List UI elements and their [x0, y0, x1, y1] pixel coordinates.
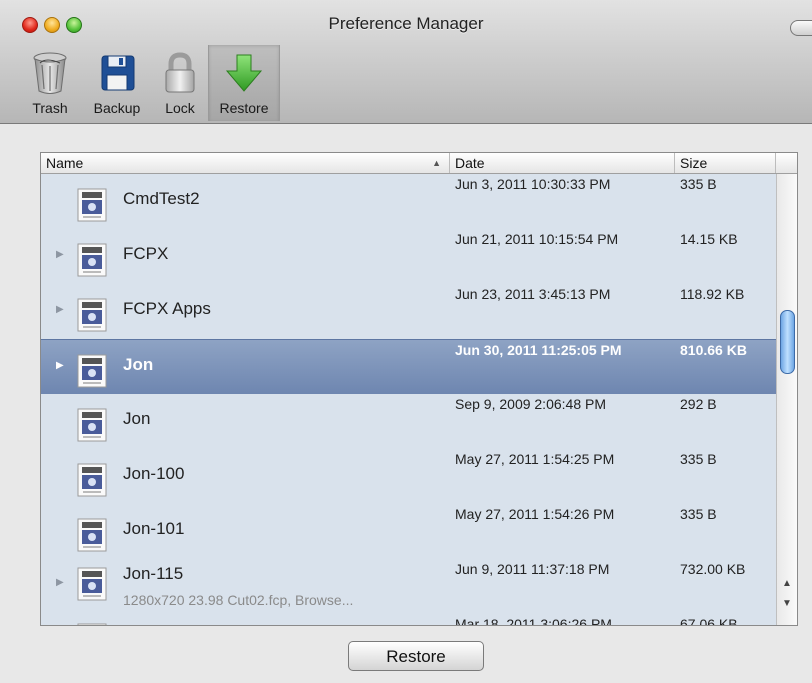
row-size: 335 B: [680, 176, 717, 192]
down-arrow-icon: [225, 54, 263, 92]
table-row[interactable]: ▶ FCPX Apps Jun 23, 2011 3:45:13 PM 118.…: [41, 284, 776, 339]
toolbar: Trash Backup Lock Restore: [18, 45, 280, 121]
row-name: FCPX Apps: [123, 299, 211, 318]
restore-toolbar-label: Restore: [219, 100, 269, 116]
table-header: Name ▲ Date Size: [41, 153, 797, 174]
lock-button[interactable]: Lock: [152, 45, 208, 121]
backup-button[interactable]: Backup: [82, 45, 152, 121]
main-window: Preference Manager Trash Backup Lock Res…: [0, 0, 812, 683]
row-date: Sep 9, 2009 2:06:48 PM: [455, 396, 606, 412]
restore-button[interactable]: Restore: [348, 641, 484, 671]
backup-file-icon: [77, 354, 107, 388]
backup-file-icon: [77, 243, 107, 277]
vertical-scrollbar[interactable]: ▲ ▼: [776, 174, 797, 625]
disclosure-triangle-icon[interactable]: ▶: [56, 577, 64, 588]
floppy-disk-icon: [101, 55, 135, 91]
trash-label: Trash: [32, 100, 68, 116]
scrollbar-thumb[interactable]: [780, 310, 795, 374]
backup-list: Name ▲ Date Size CmdTest2 Jun 3, 2011 10…: [40, 152, 798, 626]
row-date: May 27, 2011 1:54:25 PM: [455, 451, 615, 467]
window-title: Preference Manager: [328, 14, 484, 33]
row-date: Jun 30, 2011 11:25:05 PM: [455, 342, 622, 358]
table-row-selected[interactable]: ▶ Jon Jun 30, 2011 11:25:05 PM 810.66 KB: [41, 339, 776, 394]
row-size: 732.00 KB: [680, 561, 746, 577]
row-size: 118.92 KB: [680, 286, 745, 302]
table-body: CmdTest2 Jun 3, 2011 10:30:33 PM 335 B ▶…: [41, 174, 776, 625]
restore-toolbar-button[interactable]: Restore: [208, 45, 280, 121]
row-size: 810.66 KB: [680, 342, 747, 358]
backup-file-icon: [77, 463, 107, 497]
row-date: Jun 21, 2011 10:15:54 PM: [455, 231, 619, 247]
scroll-up-icon[interactable]: ▲: [782, 578, 792, 589]
table-row[interactable]: Jon-101 May 27, 2011 1:54:26 PM 335 B: [41, 504, 776, 559]
table-row[interactable]: Mar 18, 2011 3:06:26 PM 67.06 KB: [41, 614, 776, 625]
row-name: Jon-100: [123, 464, 185, 483]
table-row[interactable]: Jon-100 May 27, 2011 1:54:25 PM 335 B: [41, 449, 776, 504]
padlock-icon: [165, 52, 195, 93]
row-name: Jon: [123, 409, 151, 428]
row-date: May 27, 2011 1:54:26 PM: [455, 506, 615, 522]
row-size: 292 B: [680, 396, 717, 412]
table-row[interactable]: ▶ FCPX Jun 21, 2011 10:15:54 PM 14.15 KB: [41, 229, 776, 284]
row-date: Jun 9, 2011 11:37:18 PM: [455, 561, 610, 577]
column-header-name-label: Name: [46, 155, 84, 171]
row-size: 335 B: [680, 506, 717, 522]
row-name: Jon-101: [123, 519, 185, 538]
row-subtext: 1280x720 23.98 Cut02.fcp, Browse...: [123, 592, 354, 608]
row-date: Mar 18, 2011 3:06:26 PM: [455, 616, 612, 625]
row-size: 67.06 KB: [680, 616, 738, 625]
trash-button[interactable]: Trash: [18, 45, 82, 121]
backup-label: Backup: [93, 100, 141, 116]
title-toolbar-area: Preference Manager Trash Backup Lock Res…: [0, 0, 812, 124]
backup-file-icon: [77, 567, 107, 601]
column-header-name[interactable]: Name ▲: [41, 153, 450, 173]
row-name: CmdTest2: [123, 189, 200, 208]
column-header-size[interactable]: Size: [675, 153, 776, 173]
lock-label: Lock: [165, 100, 195, 116]
backup-file-icon: [77, 298, 107, 332]
column-header-size-label: Size: [680, 155, 708, 171]
trash-icon: [33, 52, 67, 94]
row-name: Jon: [123, 355, 154, 374]
row-name: Jon-115: [123, 564, 184, 583]
table-row[interactable]: ▶ Jon-115 1280x720 23.98 Cut02.fcp, Brow…: [41, 559, 776, 619]
row-name: FCPX: [123, 244, 169, 263]
row-date: Jun 23, 2011 3:45:13 PM: [455, 286, 611, 302]
sort-ascending-icon: ▲: [432, 158, 441, 168]
row-size: 335 B: [680, 451, 717, 467]
backup-file-icon: [77, 188, 107, 222]
backup-file-icon: [77, 518, 107, 552]
table-row[interactable]: CmdTest2 Jun 3, 2011 10:30:33 PM 335 B: [41, 174, 776, 229]
disclosure-triangle-icon[interactable]: ▶: [56, 249, 64, 260]
table-row[interactable]: Jon Sep 9, 2009 2:06:48 PM 292 B: [41, 394, 776, 449]
backup-file-icon: [77, 623, 107, 625]
toolbar-toggle-button[interactable]: [790, 20, 812, 36]
row-size: 14.15 KB: [680, 231, 738, 247]
backup-file-icon: [77, 408, 107, 442]
disclosure-triangle-icon[interactable]: ▶: [56, 304, 64, 315]
column-header-date[interactable]: Date: [450, 153, 675, 173]
scroll-down-icon[interactable]: ▼: [782, 598, 792, 609]
column-header-date-label: Date: [455, 155, 485, 171]
disclosure-triangle-icon[interactable]: ▶: [56, 360, 64, 371]
row-date: Jun 3, 2011 10:30:33 PM: [455, 176, 611, 192]
